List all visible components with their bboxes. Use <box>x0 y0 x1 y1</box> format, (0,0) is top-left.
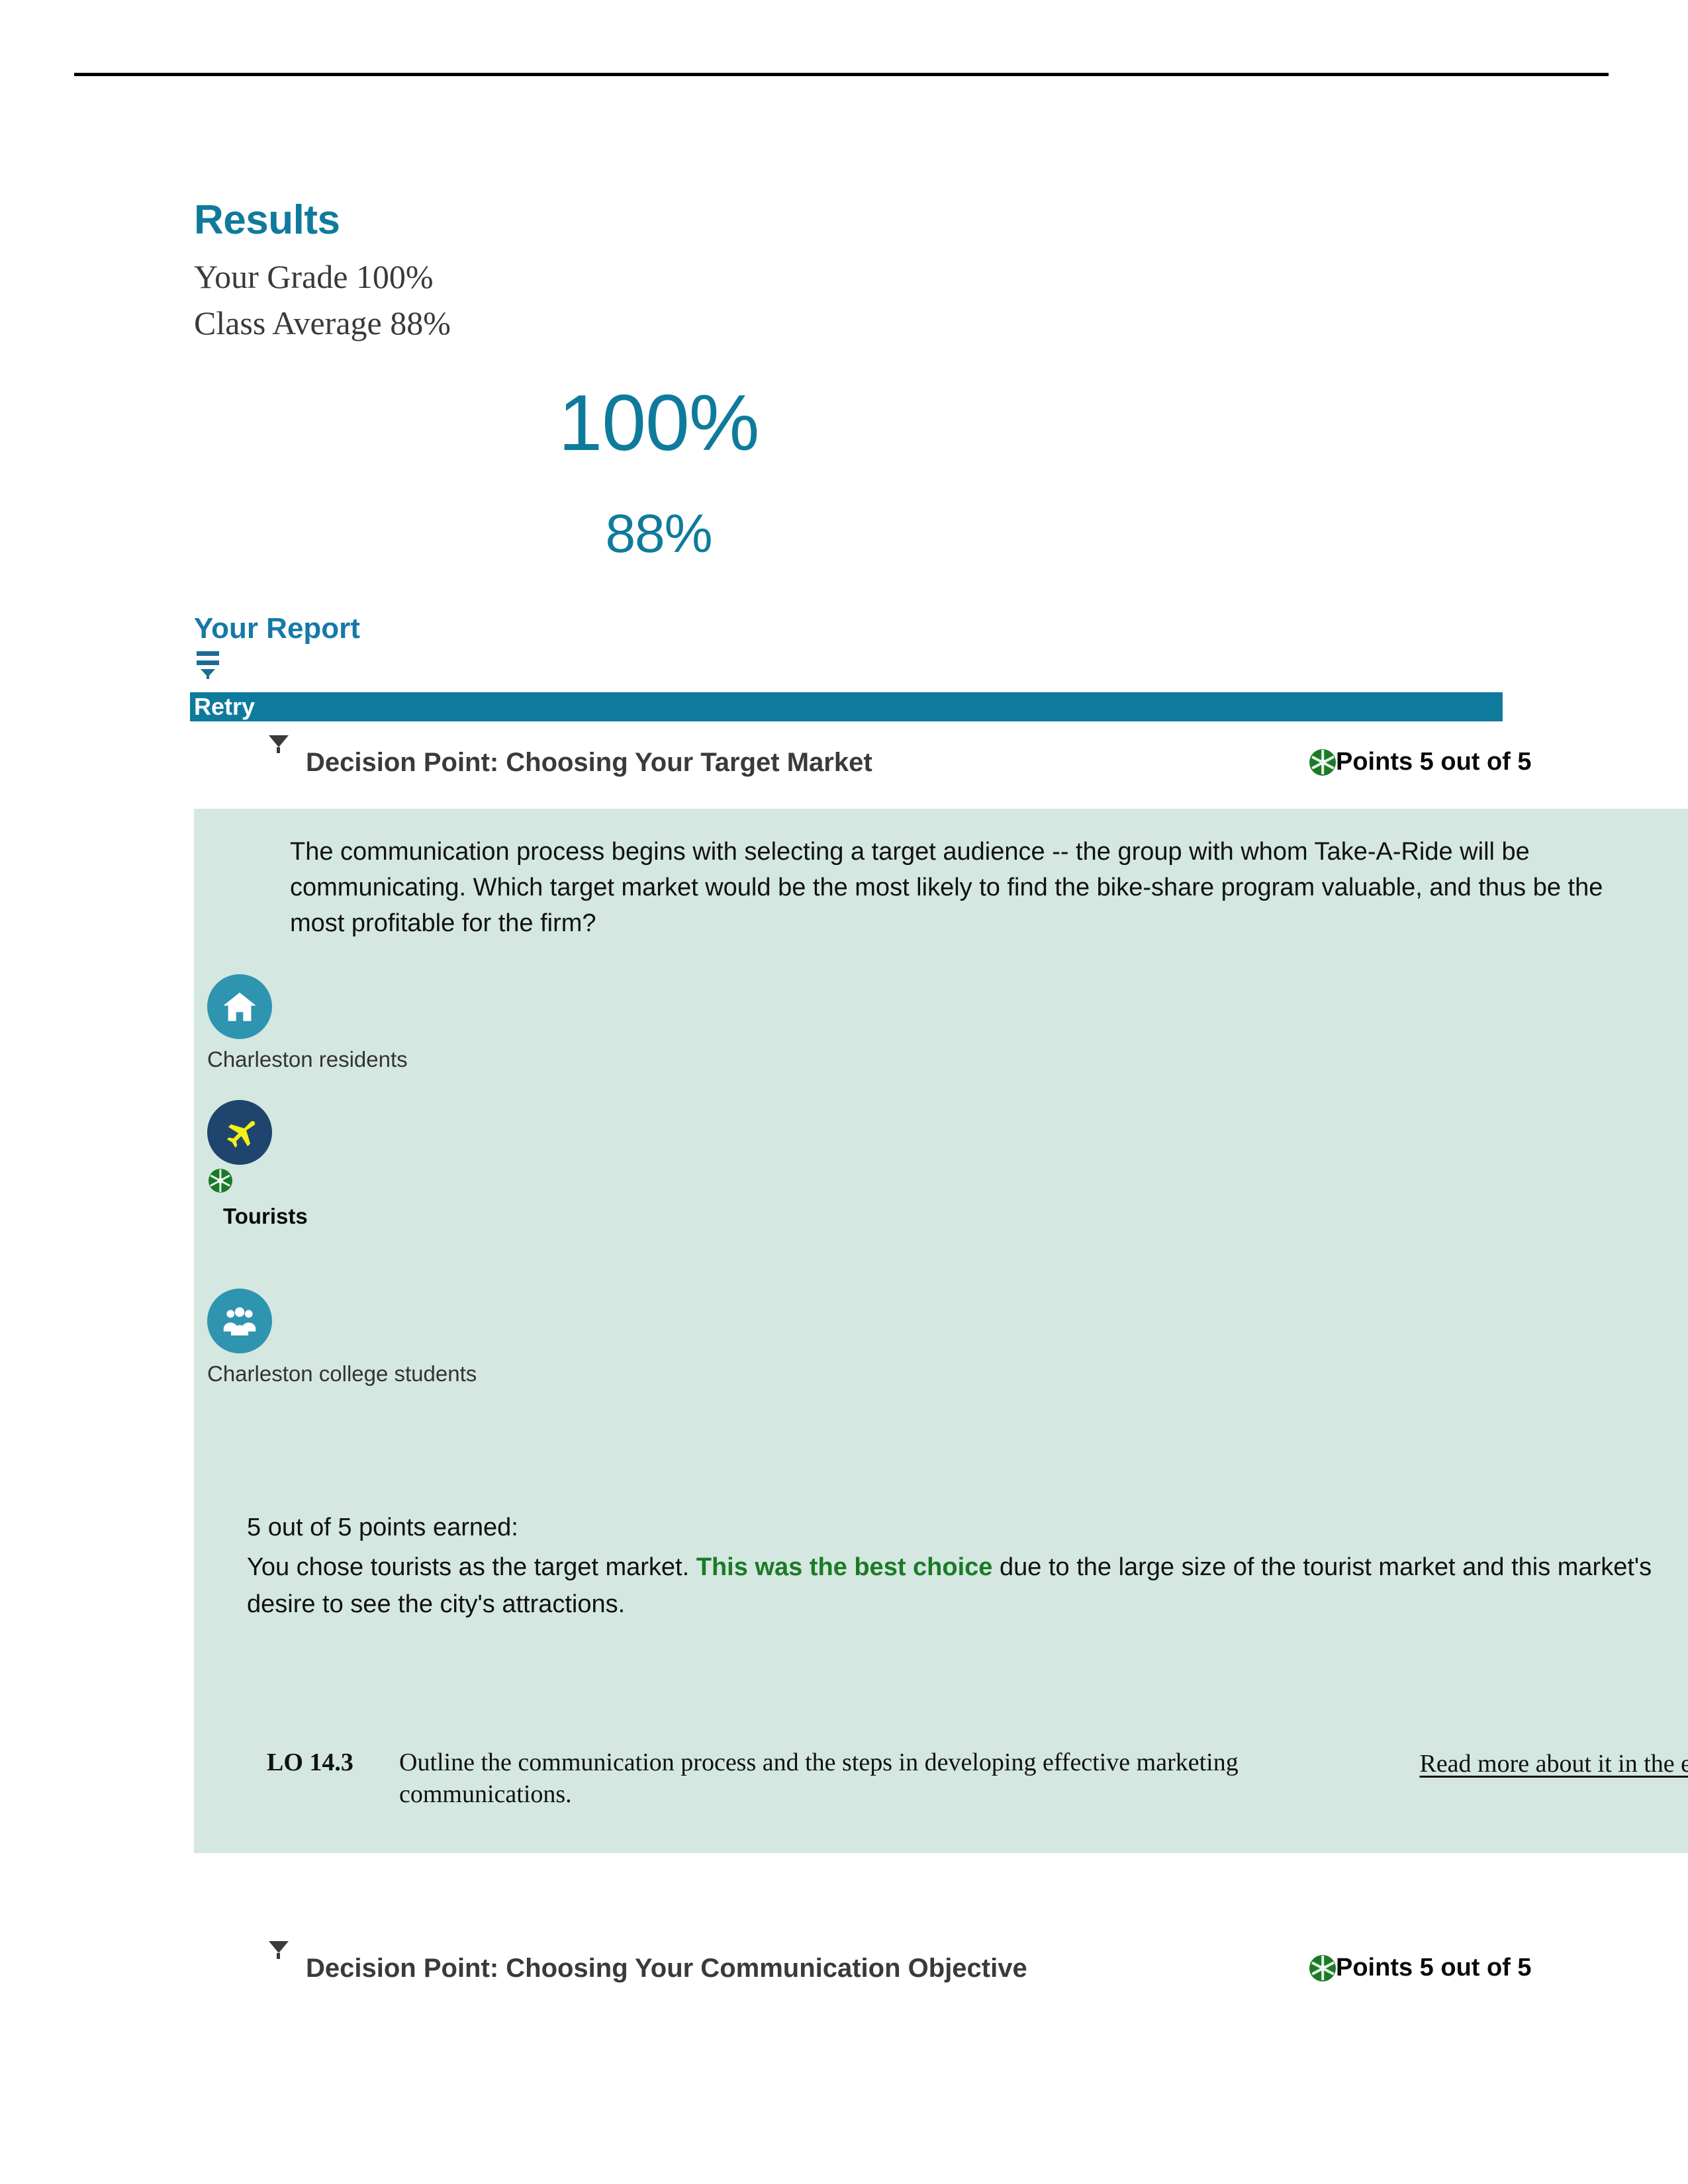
caret-down-icon[interactable] <box>269 1941 289 1953</box>
option-label-tourists: Tourists <box>223 1204 308 1228</box>
option-tourists[interactable]: Tourists <box>207 1100 308 1229</box>
decision-point-panel-1: The communication process begins with se… <box>194 809 1688 1853</box>
filter-icon-bar <box>197 651 219 656</box>
pinwheel-slash <box>1311 755 1335 769</box>
retry-bar[interactable]: Retry <box>190 692 1503 721</box>
caret-down-icon-stem <box>277 747 280 753</box>
points-badge-2: Points 5 out of 5 <box>1309 1954 1532 1982</box>
filter-icon[interactable] <box>197 650 223 680</box>
decision-point-header-1[interactable]: Decision Point: Choosing Your Target Mar… <box>0 735 1688 788</box>
option-label-charleston-college-students: Charleston college students <box>207 1361 477 1386</box>
people-group-icon <box>223 1307 256 1336</box>
learning-objective-code: LO 14.3 <box>267 1749 353 1776</box>
filter-icon-bar <box>197 660 219 665</box>
option-charleston-residents[interactable]: Charleston residents <box>207 974 408 1072</box>
pinwheel-slash <box>1311 1961 1335 1975</box>
option-label-charleston-residents: Charleston residents <box>207 1047 408 1071</box>
class-average-text: Class Average 88% <box>194 304 451 341</box>
points-badge-1: Points 5 out of 5 <box>1309 748 1532 776</box>
home-icon <box>223 992 256 1021</box>
page-title: Results <box>194 197 340 243</box>
feedback-highlight: This was the best choice <box>696 1553 993 1581</box>
pinwheel-hub <box>218 1178 223 1183</box>
airplane-icon <box>226 1120 256 1148</box>
people-group-icon-circle[interactable] <box>207 1289 272 1353</box>
pinwheel-hub <box>1319 759 1326 765</box>
option-charleston-college-students[interactable]: Charleston college students <box>207 1289 477 1387</box>
question-text-1: The communication process begins with se… <box>290 838 1603 937</box>
class-average-percent: 88% <box>605 504 712 564</box>
feedback-text: You chose tourists as the target market.… <box>247 1549 1688 1623</box>
top-horizontal-rule <box>74 73 1609 76</box>
your-report-heading: Your Report <box>194 612 360 645</box>
learning-objective-description: Outline the communication process and th… <box>399 1749 1239 1808</box>
points-label-1: Points 5 out of 5 <box>1336 748 1532 776</box>
selected-badge-row <box>209 1169 308 1196</box>
feedback-before: You chose tourists as the target market. <box>247 1553 696 1581</box>
home-icon-circle[interactable] <box>207 974 272 1039</box>
decision-point-title-2: Decision Point: Choosing Your Communicat… <box>306 1954 1027 1983</box>
decision-point-header-2[interactable]: Decision Point: Choosing Your Communicat… <box>0 1940 1688 1993</box>
decision-point-title-1: Decision Point: Choosing Your Target Mar… <box>306 748 872 777</box>
pinwheel-hub <box>1319 1965 1326 1971</box>
green-pinwheel-icon <box>209 1169 232 1193</box>
your-grade-text: Your Grade 100% <box>194 258 434 295</box>
pinwheel-slash <box>210 1174 231 1187</box>
caret-down-icon-stem <box>277 1953 280 1959</box>
filter-icon-stem <box>207 675 209 679</box>
green-pinwheel-icon <box>1309 1954 1336 1981</box>
points-label-2: Points 5 out of 5 <box>1336 1954 1532 1981</box>
points-earned-text: 5 out of 5 points earned: <box>247 1514 518 1541</box>
learning-objective-block: LO 14.3 Outline the communication proces… <box>194 1732 1688 1818</box>
green-pinwheel-icon <box>1309 749 1336 776</box>
retry-button-label: Retry <box>194 693 256 720</box>
your-grade-percent: 100% <box>558 379 760 467</box>
airplane-icon-circle[interactable] <box>207 1100 272 1165</box>
caret-down-icon[interactable] <box>269 735 289 747</box>
read-more-etext-link[interactable]: Read more about it in the eText <box>1273 1748 1688 1780</box>
